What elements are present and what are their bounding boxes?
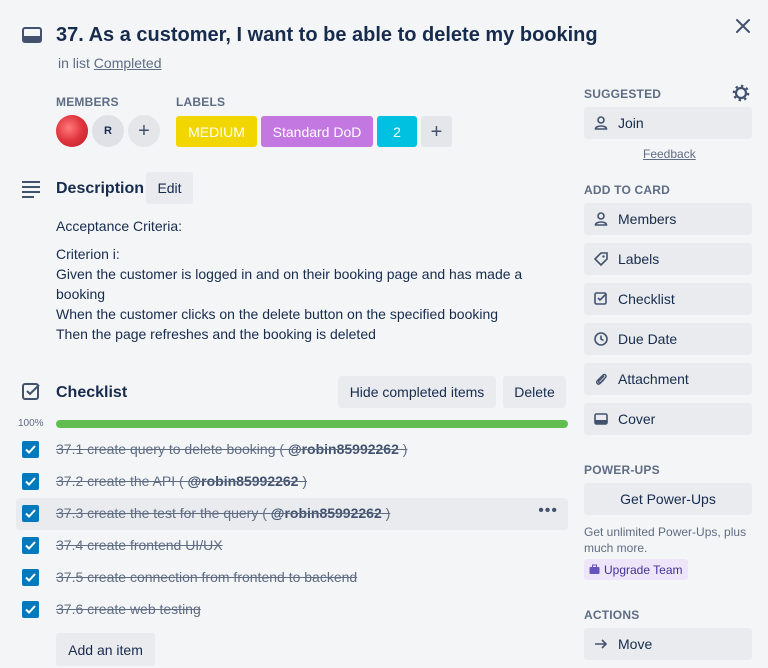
add-member-button[interactable]: + [128, 115, 160, 147]
plus-icon: + [430, 120, 443, 143]
actions-label: ACTIONS [584, 608, 640, 622]
person-icon [594, 212, 608, 226]
checklist-item-text: 37.5 create connection from frontend to … [56, 569, 358, 585]
label-chip-standard-dod[interactable]: Standard DoD [261, 116, 373, 147]
checklist-item-text: 37.6 create web testing [56, 601, 201, 617]
description-paragraph: Criterion i: Given the customer is logge… [56, 246, 523, 342]
list-info: in list Completed [58, 55, 162, 71]
description-text[interactable]: Acceptance Criteria: Criterion i: Given … [56, 216, 526, 352]
label-chip-medium[interactable]: MEDIUM [176, 116, 257, 147]
checklist-button[interactable]: Checklist [584, 283, 752, 315]
in-list-prefix: in list [58, 55, 90, 71]
mention[interactable]: @robin85992262 [271, 505, 382, 521]
progress-bar [56, 420, 568, 428]
checklist-icon [594, 292, 607, 305]
checkbox[interactable] [22, 441, 39, 458]
checklist-heading: Checklist [56, 384, 128, 401]
checklist-item[interactable]: 37.3 create the test for the query ( @ro… [16, 498, 568, 530]
member-avatar[interactable] [56, 115, 88, 147]
add-label-button[interactable]: + [421, 116, 452, 147]
power-ups-note: Get unlimited Power-Ups, plus much more. [584, 525, 747, 555]
labels-label: LABELS [176, 95, 226, 109]
upgrade-team-button[interactable]: Upgrade Team [584, 559, 688, 580]
get-power-ups-button[interactable]: Get Power-Ups [584, 483, 752, 515]
plus-icon: + [138, 120, 150, 142]
hide-completed-button[interactable]: Hide completed items [338, 376, 496, 408]
cover-icon [594, 413, 608, 425]
join-button[interactable]: Join [584, 107, 752, 139]
checklist-item[interactable]: 37.1 create query to delete booking ( @r… [16, 434, 568, 466]
checklist-item[interactable]: 37.5 create connection from frontend to … [16, 562, 568, 594]
mention[interactable]: @robin85992262 [188, 473, 299, 489]
description-paragraph: Acceptance Criteria: [56, 218, 183, 234]
feedback-link[interactable]: Feedback [643, 147, 696, 161]
power-ups-label: POWER-UPS [584, 463, 660, 477]
description-icon [22, 181, 40, 198]
checkbox[interactable] [22, 537, 39, 554]
briefcase-icon [589, 564, 600, 574]
cover-button[interactable]: Cover [584, 403, 752, 435]
checkbox[interactable] [22, 505, 39, 522]
arrow-right-icon [595, 639, 608, 649]
checklist-item-text: 37.2 create the API ( @robin85992262 ) [56, 473, 308, 489]
attachment-button[interactable]: Attachment [584, 363, 752, 395]
tag-icon [594, 252, 608, 266]
description-heading: Description [56, 180, 145, 197]
clock-icon [594, 332, 608, 346]
person-icon [594, 116, 608, 130]
checkbox[interactable] [22, 601, 39, 618]
members-label: MEMBERS [56, 95, 119, 109]
card-title[interactable]: 37. As a customer, I want to be able to … [56, 24, 598, 47]
checkbox[interactable] [22, 569, 39, 586]
label-chip-2[interactable]: 2 [377, 116, 417, 147]
members-button[interactable]: Members [584, 203, 752, 235]
progress-percent: 100% [18, 418, 44, 429]
member-avatar-initial[interactable]: R [92, 115, 124, 147]
card-icon [22, 27, 42, 43]
due-date-button[interactable]: Due Date [584, 323, 752, 355]
close-icon[interactable] [733, 16, 753, 36]
list-link[interactable]: Completed [94, 55, 162, 71]
move-button[interactable]: Move [584, 628, 752, 660]
checklist-item[interactable]: 37.2 create the API ( @robin85992262 ) [16, 466, 568, 498]
add-item-button[interactable]: Add an item [56, 633, 155, 666]
delete-checklist-button[interactable]: Delete [503, 376, 566, 408]
gear-icon[interactable] [732, 84, 750, 102]
checklist-icon [22, 383, 40, 400]
item-menu-icon[interactable]: ••• [538, 502, 558, 520]
checkbox[interactable] [22, 473, 39, 490]
labels-button[interactable]: Labels [584, 243, 752, 275]
checklist-item-text: 37.4 create frontend UI/UX [56, 537, 223, 553]
checklist-item-text: 37.3 create the test for the query ( @ro… [56, 505, 391, 521]
checklist-item[interactable]: 37.6 create web testing [16, 594, 568, 626]
checklist-item-text: 37.1 create query to delete booking ( @r… [56, 441, 408, 457]
checklist-item[interactable]: 37.4 create frontend UI/UX [16, 530, 568, 562]
edit-description-button[interactable]: Edit [146, 172, 193, 204]
suggested-label: SUGGESTED [584, 87, 662, 101]
paperclip-icon [596, 373, 607, 385]
add-to-card-label: ADD TO CARD [584, 183, 670, 197]
mention[interactable]: @robin85992262 [288, 441, 399, 457]
